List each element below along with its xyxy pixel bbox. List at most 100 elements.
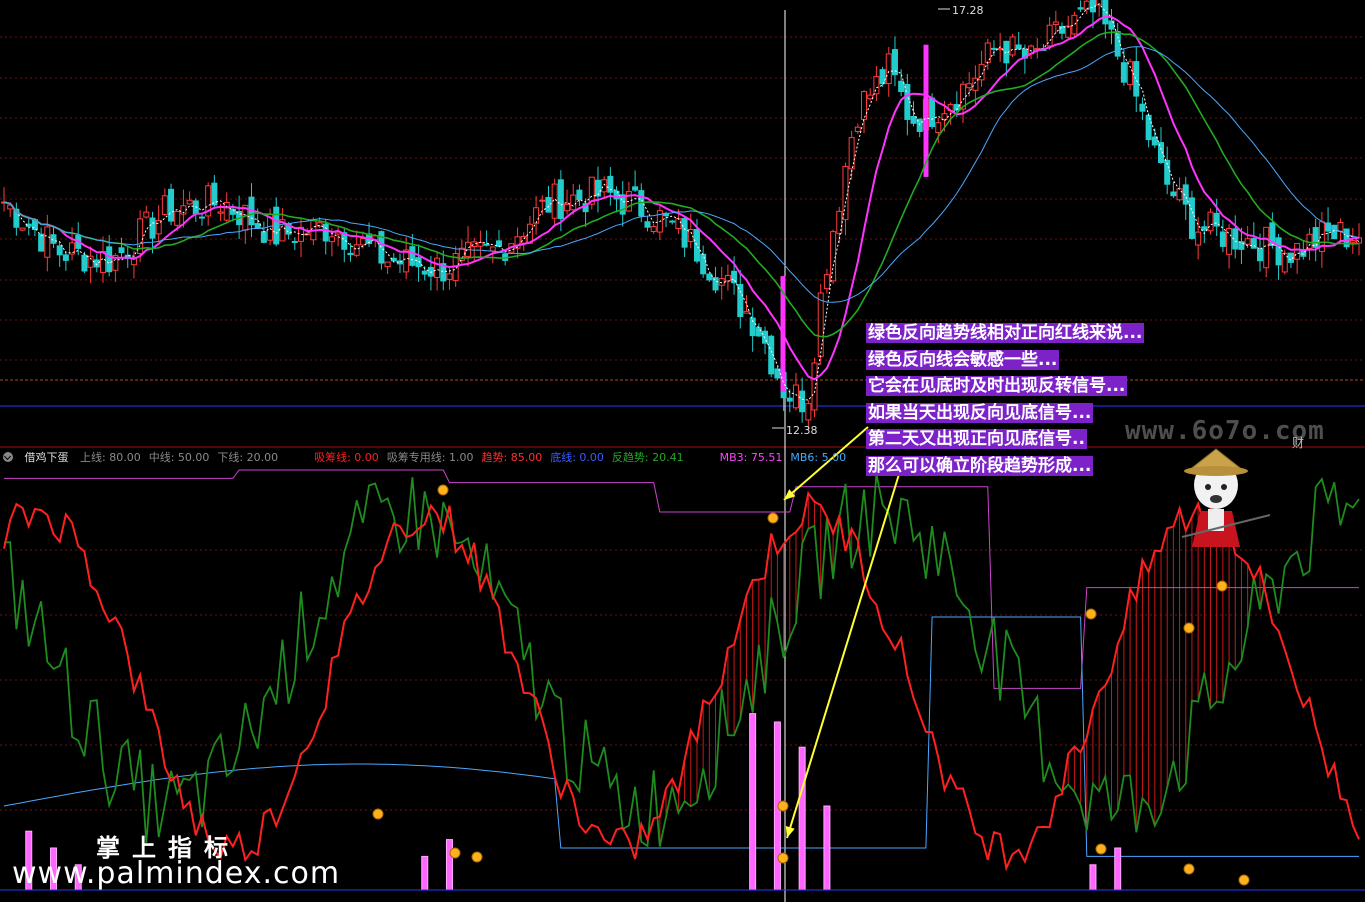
cai-label: 财 (1292, 436, 1305, 450)
candle-body (483, 243, 490, 246)
candle-body (38, 233, 45, 252)
candle-body (1312, 227, 1319, 248)
candle-body (879, 69, 886, 85)
candle-body (198, 216, 205, 219)
candle-body (1009, 36, 1016, 56)
signal-dot (1085, 608, 1097, 620)
candle-body (1139, 103, 1146, 112)
signal-dot (1095, 843, 1107, 855)
candle-body (1059, 25, 1066, 34)
signal-bar (749, 713, 757, 891)
candle-body (539, 199, 546, 202)
collapse-icon[interactable] (3, 452, 13, 462)
signal-bar (1089, 864, 1097, 891)
candle-body (1176, 188, 1183, 201)
candle-body (384, 261, 391, 268)
candle-body (1275, 237, 1282, 266)
indicator-param: 中线: 50.00 (148, 451, 210, 464)
candle-body (966, 83, 973, 89)
candle-body (557, 179, 564, 219)
candle-body (737, 284, 744, 318)
signal-bar (1114, 847, 1122, 891)
candle-body (731, 270, 738, 284)
candle-body (87, 255, 94, 268)
candle-body (161, 195, 168, 215)
candle-body (1294, 243, 1301, 260)
candle-body (601, 179, 608, 193)
candle-body (1257, 248, 1264, 262)
low-price-label: 12.38 (786, 424, 818, 437)
candle-body (434, 257, 441, 279)
signal-bar (823, 805, 831, 891)
candle-body (1170, 191, 1177, 197)
candle-body (712, 277, 719, 291)
candle-body (898, 80, 905, 93)
indicator-name[interactable]: 借鸡下蛋 (25, 451, 69, 464)
candle-body (403, 249, 410, 273)
candle-body (1015, 44, 1022, 50)
candle-body (823, 274, 830, 290)
candle-body (904, 83, 911, 120)
signal-dot (1216, 580, 1228, 592)
candle-body (799, 390, 806, 413)
indicator-param: 下线: 20.00 (217, 451, 279, 464)
candle-body (495, 240, 502, 247)
candle-body (594, 179, 601, 197)
signal-dot (1183, 622, 1195, 634)
candle-body (1133, 61, 1140, 97)
candle-body (390, 257, 397, 262)
indicator-param: 上线: 80.00 (80, 451, 141, 464)
candle-body (842, 165, 849, 221)
candle-body (223, 202, 230, 221)
candle-body (520, 235, 527, 244)
candle-body (168, 188, 175, 222)
indicator-param: 反趋势: 20.41 (611, 451, 684, 464)
candle-body (1188, 197, 1195, 239)
candle-body (576, 189, 583, 201)
candle-body (885, 53, 892, 85)
candle-body (1077, 7, 1084, 10)
candle-body (570, 194, 577, 211)
signal-dot (767, 512, 779, 524)
candle-body (353, 244, 360, 256)
indicator-param: 趋势: 85.00 (481, 451, 543, 464)
candle-body (1337, 221, 1344, 232)
candle-body (1065, 25, 1072, 38)
candle-body (1102, 0, 1109, 25)
candle-body (1219, 231, 1226, 247)
candle-body (700, 253, 707, 275)
candle-body (44, 226, 51, 258)
candle-body (1071, 14, 1078, 35)
candle-body (99, 251, 106, 274)
candle-body (786, 397, 793, 402)
candle-body (446, 273, 453, 280)
ma-blue-line (3, 46, 1360, 303)
mb3-line (4, 469, 1359, 689)
signal-bar (445, 839, 453, 891)
candle-body (477, 242, 484, 247)
candle-body (706, 273, 713, 281)
candle-body (192, 200, 199, 215)
candle-body (755, 327, 762, 337)
candle-body (941, 113, 948, 120)
signal-dot (437, 484, 449, 496)
candle-body (359, 238, 366, 246)
candle-body (811, 362, 818, 411)
indicator-params: 上线: 80.00 中线: 50.00 下线: 20.00 吸筹线: 0.00 吸筹专用… (76, 451, 850, 464)
anti-trend-line (3, 473, 1360, 848)
candle-body (854, 126, 861, 132)
candle-body (669, 220, 676, 223)
candle-body (533, 207, 540, 224)
candle-body (990, 47, 997, 50)
candle-body (19, 227, 26, 231)
candle-body (724, 274, 731, 282)
candle-body (1349, 240, 1356, 243)
indicator-param: 吸筹专用线: 1.00 (386, 451, 474, 464)
candle-body (1250, 238, 1257, 249)
candle-body (650, 226, 657, 232)
annotation-line: 绿色反向趋势线相对正向红线来说... (866, 323, 1145, 343)
candle-body (93, 259, 100, 268)
signal-dot (1238, 874, 1250, 886)
indicator-param: 吸筹线: 0.00 (314, 451, 379, 464)
candle-body (1263, 226, 1270, 269)
